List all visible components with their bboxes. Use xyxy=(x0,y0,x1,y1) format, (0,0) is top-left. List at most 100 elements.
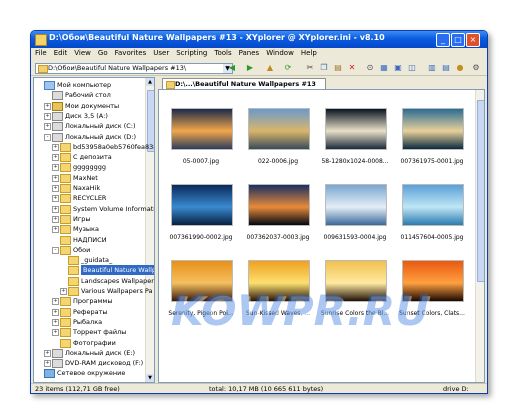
tree-item-label: DVD-RAM дисковод (F:) xyxy=(65,359,144,368)
expand-icon[interactable]: + xyxy=(52,329,59,337)
folder-icon xyxy=(60,328,71,338)
view-icon[interactable]: ▣ xyxy=(393,63,403,73)
menu-window[interactable]: Window xyxy=(262,48,297,57)
expand-icon[interactable]: + xyxy=(52,226,59,234)
expand-icon[interactable]: + xyxy=(52,143,59,151)
expand-icon[interactable]: + xyxy=(52,164,59,172)
collapse-icon[interactable]: - xyxy=(44,133,51,141)
scroll-down-icon[interactable]: ▼ xyxy=(146,374,154,382)
search-icon[interactable]: ⊙ xyxy=(365,63,375,73)
thumbnail-image[interactable] xyxy=(171,108,233,150)
expand-icon[interactable]: + xyxy=(44,349,51,357)
tree-item-label: Сетевое окружение xyxy=(57,369,126,378)
menu-edit[interactable]: Edit xyxy=(50,48,71,57)
drive-icon xyxy=(52,111,63,121)
thumbnail-caption: 58-1280x1024-0008... xyxy=(321,158,389,165)
status-total: total: 10,17 MB (10 665 611 bytes) xyxy=(209,385,324,393)
menu-go[interactable]: Go xyxy=(94,48,111,57)
menu-tools[interactable]: Tools xyxy=(210,48,234,57)
expand-icon[interactable]: + xyxy=(52,195,59,203)
folder-icon xyxy=(60,204,71,214)
menu-help[interactable]: Help xyxy=(297,48,320,57)
back-icon[interactable]: ◀ xyxy=(227,63,237,73)
expand-icon[interactable]: + xyxy=(44,112,51,120)
folder-icon xyxy=(60,338,71,348)
maximize-button[interactable]: □ xyxy=(451,33,465,47)
expand-icon[interactable]: + xyxy=(52,185,59,192)
expand-icon[interactable]: + xyxy=(44,123,51,131)
folder-icon xyxy=(60,317,71,327)
tree-item-label: Диск 3,5 (A:) xyxy=(65,111,108,120)
thumbnail-image[interactable] xyxy=(402,184,464,226)
tree-scrollbar[interactable]: ▲ ▼ xyxy=(145,78,154,382)
cut-icon[interactable]: ✂ xyxy=(305,63,315,73)
folder-icon xyxy=(60,163,71,173)
folder-icon xyxy=(60,214,71,224)
expand-icon[interactable]: + xyxy=(52,154,59,162)
expand-icon[interactable]: + xyxy=(60,288,67,295)
drive-icon xyxy=(52,132,63,142)
settings-icon[interactable]: ● xyxy=(455,63,465,73)
minimize-button[interactable]: _ xyxy=(436,33,450,47)
content-scroll-thumb[interactable] xyxy=(477,100,484,282)
thumbnail-image[interactable] xyxy=(402,108,464,150)
menu-file[interactable]: File xyxy=(31,48,50,57)
folder-icon xyxy=(68,256,79,266)
menu-panes[interactable]: Panes xyxy=(235,48,263,57)
collapse-icon[interactable]: - xyxy=(52,246,59,254)
menu-bar: File Edit View Go Favorites User Scripting Tool… xyxy=(31,48,487,60)
thumbnail-image[interactable] xyxy=(325,184,387,226)
tree-item-label: Рабочий стол xyxy=(65,91,111,100)
expand-icon[interactable]: + xyxy=(52,308,59,316)
menu-view[interactable]: View xyxy=(70,48,94,57)
thumbnail-image[interactable] xyxy=(171,184,233,226)
panes-icon[interactable]: ◫ xyxy=(407,63,417,73)
tree-item-label: Рефераты xyxy=(73,307,108,316)
computer-icon xyxy=(44,81,55,90)
tab-label: D:\...\Beautiful Nature Wallpapers #13 xyxy=(175,80,316,88)
content-scrollbar[interactable] xyxy=(475,90,484,382)
watermark-logo: KOWPR.RU xyxy=(171,286,430,335)
expand-icon[interactable]: + xyxy=(52,205,59,213)
folder-icon xyxy=(35,34,47,46)
tree-item-label: Мои документы xyxy=(65,101,120,110)
thumbnail-caption: 022-0006.jpg xyxy=(257,158,299,165)
tree-item-label: Landscapes Wallpaper xyxy=(81,276,154,285)
folder-tree[interactable]: ▲ ▼ Мой компьютер Рабочий стол + Мои докуме… xyxy=(33,77,155,383)
copy-icon[interactable]: ❐ xyxy=(319,63,329,73)
view-icon[interactable]: ▤ xyxy=(441,63,451,73)
up-icon[interactable]: ▲ xyxy=(265,63,275,73)
delete-icon[interactable]: ✕ xyxy=(347,63,357,73)
menu-scripting[interactable]: Scripting xyxy=(172,48,210,57)
expand-icon[interactable]: + xyxy=(44,360,51,368)
panes-icon[interactable]: ▥ xyxy=(427,63,437,73)
forward-icon[interactable]: ▶ xyxy=(245,63,255,73)
address-bar[interactable]: D:\Обои\Beautiful Nature Wallpapers #13\… xyxy=(35,63,233,74)
menu-user[interactable]: User xyxy=(149,48,172,57)
thumbnail-image[interactable] xyxy=(325,108,387,150)
thumbnail-view[interactable]: 05-0007.jpg 022-0006.jpg 58-1280x1024-0008… xyxy=(158,89,485,383)
address-input[interactable]: D:\Обои\Beautiful Nature Wallpapers #13\ xyxy=(48,64,186,72)
tree-item-label: Мой компьютер xyxy=(57,81,112,89)
close-button[interactable]: × xyxy=(466,33,480,47)
menu-favorites[interactable]: Favorites xyxy=(111,48,150,57)
expand-icon[interactable]: + xyxy=(52,174,59,182)
paste-icon[interactable]: ▤ xyxy=(333,63,343,73)
folder-icon xyxy=(60,225,71,235)
toolbar: D:\Обои\Beautiful Nature Wallpapers #13\… xyxy=(31,61,487,76)
expand-icon[interactable]: + xyxy=(52,215,59,223)
thumbnail-caption: 007361990-0002.jpg xyxy=(169,234,233,241)
thumbnail-image[interactable] xyxy=(248,184,310,226)
scroll-up-icon[interactable]: ▲ xyxy=(146,78,154,86)
properties-icon[interactable]: ▦ xyxy=(379,63,389,73)
expand-icon[interactable]: + xyxy=(44,102,51,110)
folder-icon xyxy=(52,101,63,111)
refresh-icon[interactable]: ⟳ xyxy=(283,63,293,73)
expand-icon[interactable]: + xyxy=(52,318,59,326)
gear-icon[interactable]: ⚙ xyxy=(471,63,481,73)
expand-icon[interactable]: + xyxy=(52,298,59,306)
thumbnail-image[interactable] xyxy=(248,108,310,150)
thumbnail-caption: 009631593-0004.jpg xyxy=(323,234,387,241)
folder-icon xyxy=(60,235,71,245)
title-bar[interactable]: D:\Обои\Beautiful Nature Wallpapers #13 … xyxy=(31,31,487,48)
